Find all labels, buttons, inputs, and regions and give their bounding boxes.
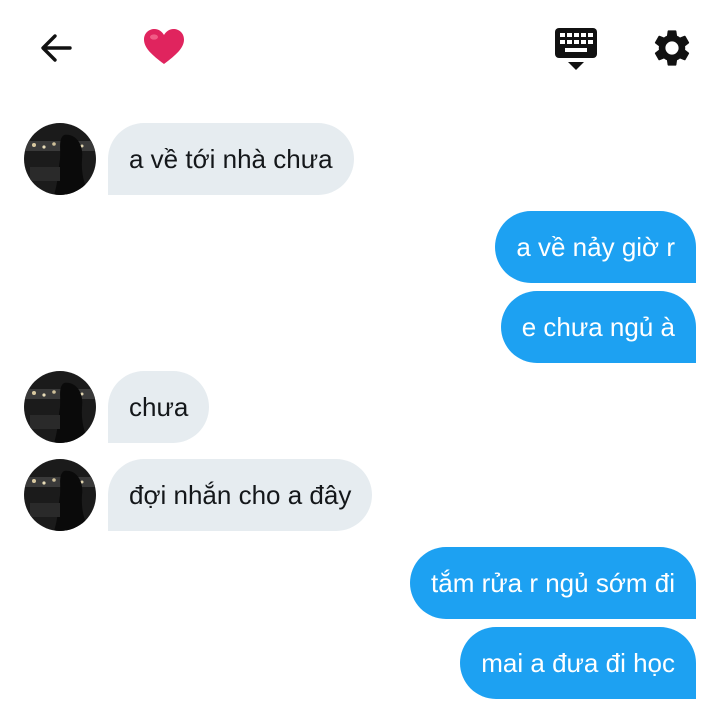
avatar[interactable] [24, 371, 96, 443]
gear-icon[interactable] [650, 26, 694, 70]
red-heart-icon[interactable] [142, 27, 186, 67]
message-bubble[interactable]: e chưa ngủ à [500, 291, 696, 363]
message-bubble[interactable]: mai a đưa đi học [460, 627, 696, 699]
keyboard-icon[interactable] [553, 26, 599, 72]
message-row-outgoing: tắm rửa r ngủ sớm đi [0, 547, 720, 619]
message-row-outgoing: mai a đưa đi học [0, 627, 720, 699]
message-bubble[interactable]: a về nảy giờ r [495, 211, 696, 283]
avatar[interactable] [24, 459, 96, 531]
message-row-incoming: đợi nhắn cho a đây [0, 459, 720, 531]
message-bubble[interactable]: tắm rửa r ngủ sớm đi [410, 547, 696, 619]
message-bubble[interactable]: đợi nhắn cho a đây [108, 459, 373, 531]
message-bubble[interactable]: chưa [108, 371, 210, 443]
message-row-outgoing: a về nảy giờ r [0, 211, 720, 283]
arrow-left-icon[interactable] [36, 28, 76, 68]
conversation-header [0, 0, 720, 96]
message-row-incoming: a về tới nhà chưa [0, 123, 720, 195]
message-row-outgoing: e chưa ngủ à [0, 291, 720, 363]
avatar[interactable] [24, 123, 96, 195]
message-bubble[interactable]: a về tới nhà chưa [108, 123, 354, 195]
message-row-incoming: chưa [0, 371, 720, 443]
